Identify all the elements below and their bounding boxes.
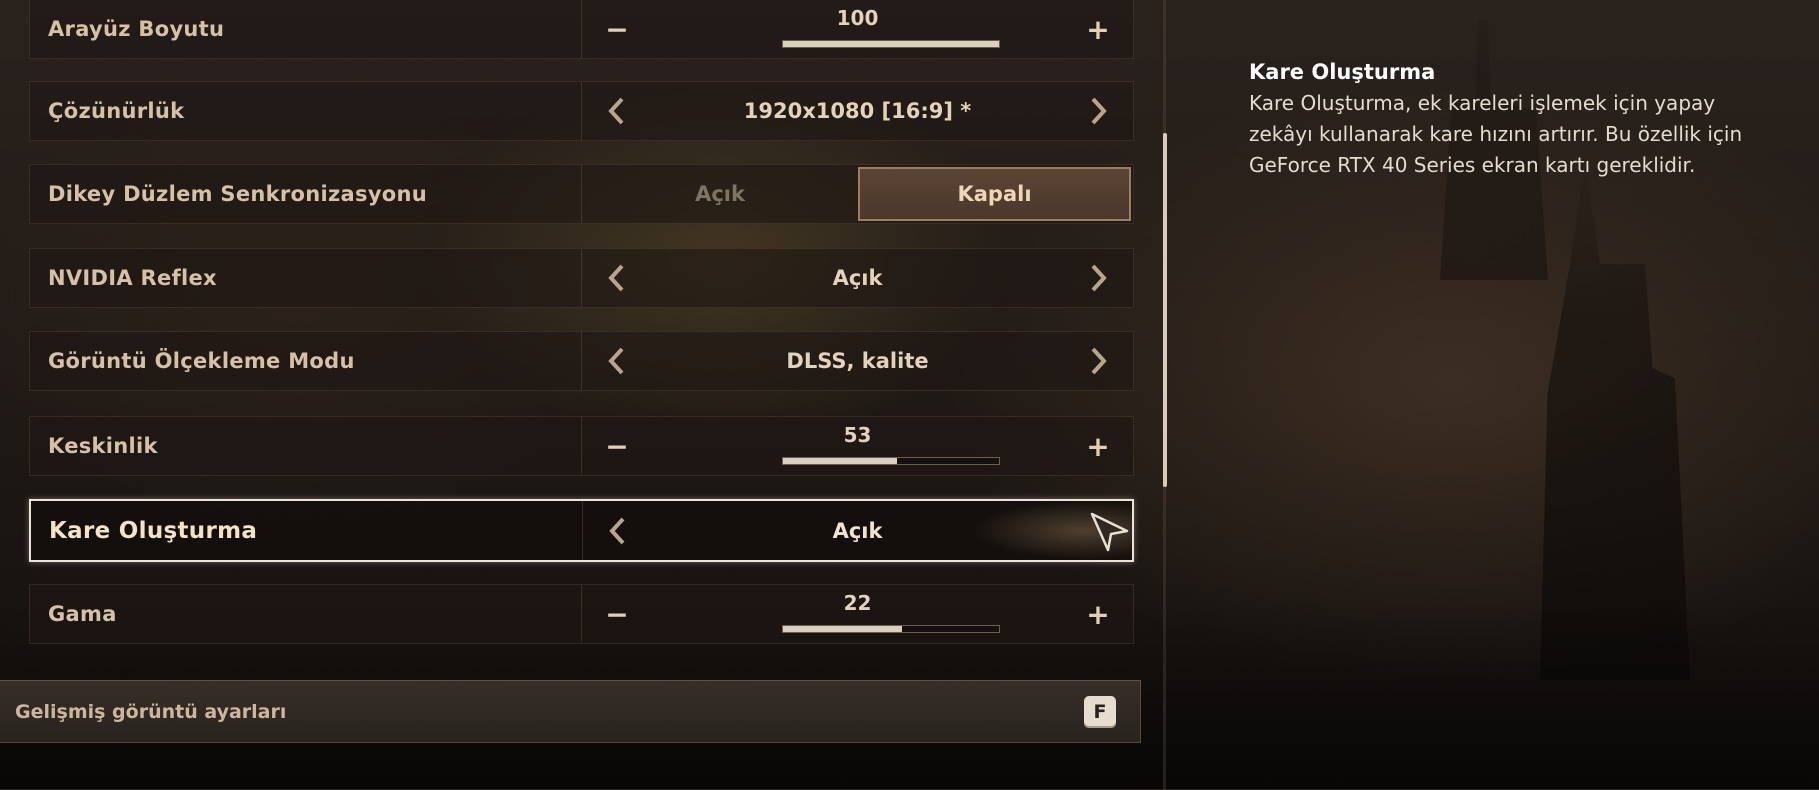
setting-label: Arayüz Boyutu	[48, 17, 225, 41]
selector-control[interactable]: Açık	[582, 249, 1133, 307]
setting-label: NVIDIA Reflex	[48, 266, 217, 290]
setting-label: Keskinlik	[48, 434, 158, 458]
slider-fill	[783, 458, 898, 464]
selector-value: DLSS, kalite	[786, 349, 929, 373]
selector-value: Açık	[832, 518, 883, 543]
selector-control[interactable]: Açık	[583, 501, 1132, 560]
slider-track[interactable]	[782, 40, 1000, 48]
setting-row-upscaling-mode[interactable]: Görüntü Ölçekleme Modu DLSS, kalite	[29, 331, 1134, 391]
selector-control[interactable]: DLSS, kalite	[582, 332, 1133, 390]
chevron-left-icon[interactable]	[592, 332, 642, 390]
info-title: Kare Oluşturma	[1249, 60, 1436, 84]
chevron-left-icon[interactable]	[592, 82, 642, 140]
setting-row-vsync[interactable]: Dikey Düzlem Senkronizasyonu Açık Kapalı	[29, 164, 1134, 224]
increase-button[interactable]: +	[1073, 585, 1123, 643]
setting-label: Dikey Düzlem Senkronizasyonu	[48, 182, 428, 206]
slider-value: 53	[843, 423, 872, 447]
selector-value: 1920x1080 [16:9] *	[743, 99, 972, 123]
increase-button[interactable]: +	[1073, 417, 1123, 475]
slider-control[interactable]: − 22 +	[582, 585, 1133, 643]
increase-button[interactable]: +	[1073, 0, 1123, 58]
selector-value: Açık	[832, 266, 883, 290]
slider-track[interactable]	[782, 625, 1000, 633]
setting-label: Görüntü Ölçekleme Modu	[48, 349, 355, 373]
slider-fill	[783, 41, 999, 47]
advanced-display-settings-button[interactable]: Gelişmiş görüntü ayarları F	[0, 680, 1141, 743]
slider-track[interactable]	[782, 457, 1000, 465]
setting-row-nvidia-reflex[interactable]: NVIDIA Reflex Açık	[29, 248, 1134, 308]
advanced-settings-label: Gelişmiş görüntü ayarları	[15, 700, 287, 723]
decrease-button[interactable]: −	[592, 417, 642, 475]
setting-label: Çözünürlük	[48, 99, 185, 123]
mouse-cursor-icon	[1090, 512, 1129, 552]
info-description: Kare Oluşturma, ek kareleri işlemek için…	[1249, 91, 1743, 177]
setting-label: Gama	[48, 602, 117, 626]
decrease-button[interactable]: −	[592, 0, 642, 58]
slider-value: 100	[836, 6, 879, 30]
slider-fill	[783, 626, 902, 632]
setting-row-frame-generation[interactable]: Kare Oluşturma Açık	[29, 499, 1134, 562]
chevron-right-icon[interactable]	[1073, 249, 1123, 307]
chevron-right-icon[interactable]	[1073, 332, 1123, 390]
setting-row-gamma[interactable]: Gama − 22 +	[29, 584, 1134, 644]
toggle-control[interactable]: Açık Kapalı	[582, 165, 1133, 223]
scrollbar-thumb[interactable]	[1163, 133, 1167, 487]
decrease-button[interactable]: −	[592, 585, 642, 643]
chevron-left-icon[interactable]	[592, 249, 642, 307]
slider-control[interactable]: − 53 +	[582, 417, 1133, 475]
setting-row-sharpness[interactable]: Keskinlik − 53 +	[29, 416, 1134, 476]
keybind-badge: F	[1084, 696, 1116, 728]
setting-row-ui-size[interactable]: Arayüz Boyutu − 100 +	[29, 0, 1134, 59]
slider-value: 22	[843, 591, 872, 615]
setting-label: Kare Oluşturma	[49, 517, 258, 544]
chevron-left-icon[interactable]	[593, 501, 643, 560]
toggle-option-on[interactable]: Açık	[582, 165, 858, 223]
toggle-option-off-selected[interactable]: Kapalı	[858, 167, 1131, 221]
setting-row-resolution[interactable]: Çözünürlük 1920x1080 [16:9] *	[29, 81, 1134, 141]
chevron-right-icon[interactable]	[1073, 82, 1123, 140]
background-tower	[1540, 160, 1690, 680]
slider-control[interactable]: − 100 +	[582, 0, 1133, 58]
selector-control[interactable]: 1920x1080 [16:9] *	[582, 82, 1133, 140]
info-panel: Kare Oluşturma Kare Oluşturma, ek karele…	[1249, 60, 1749, 181]
